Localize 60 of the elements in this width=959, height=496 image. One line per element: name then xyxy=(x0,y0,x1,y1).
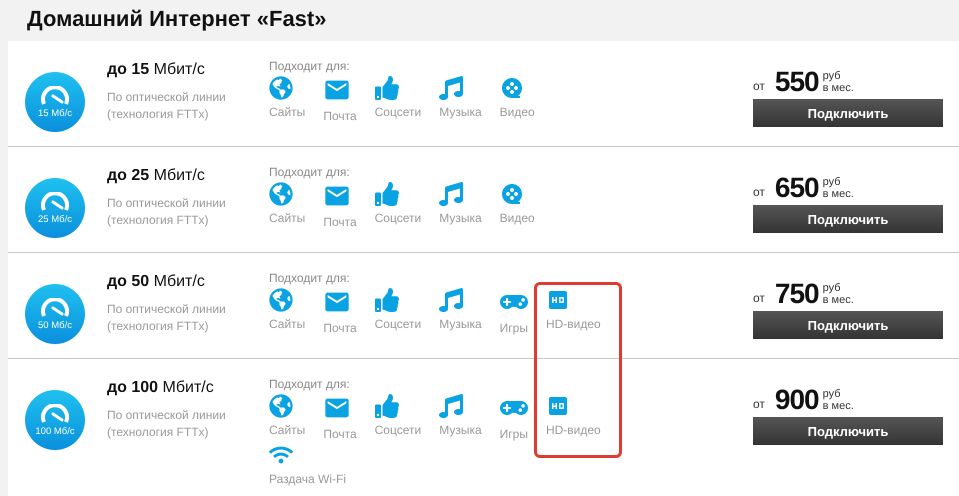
plan-description: По оптической линии (технология FTTx) xyxy=(107,407,227,441)
feature-label: Сайты xyxy=(269,211,306,225)
speed-badge-label: 50 Мб/с xyxy=(38,320,72,330)
price-period: в мес. xyxy=(822,294,854,306)
price-currency: руб xyxy=(822,388,842,400)
features-label: Подходит для: xyxy=(269,271,351,285)
connect-button[interactable]: Подключить xyxy=(753,417,943,445)
plan-speed: до 15 Мбит/с xyxy=(107,61,206,79)
features-label: Подходит для: xyxy=(269,59,351,73)
feature-label: Почта xyxy=(323,321,357,335)
feature-label: Соцсети xyxy=(374,423,422,437)
feature-label: Игры xyxy=(500,427,528,441)
price-amount: 550 xyxy=(774,67,819,97)
price-prefix: от xyxy=(753,291,765,305)
price-amount: 750 xyxy=(774,279,819,309)
price-currency: руб xyxy=(822,282,842,294)
feature-label: Сайты xyxy=(269,317,306,331)
feature-label: Соцсети xyxy=(374,211,422,225)
feature-label: Почта xyxy=(323,427,357,441)
feature-label: Сайты xyxy=(269,423,306,437)
speed-badge-label: 25 Мб/с xyxy=(38,214,72,224)
plan-speed: до 25 Мбит/с xyxy=(107,167,206,185)
feature-label: HD-видео xyxy=(546,317,601,331)
connect-button[interactable]: Подключить xyxy=(753,205,943,233)
feature-label: Музыка xyxy=(439,105,482,119)
feature-label: Видео xyxy=(500,211,535,225)
price-period: в мес. xyxy=(822,188,854,200)
feature-label: Игры xyxy=(500,321,528,335)
feature-label: Соцсети xyxy=(374,105,422,119)
speed-badge-label: 15 Мб/с xyxy=(38,108,72,118)
feature-label: Раздача Wi-Fi xyxy=(269,472,346,486)
feature-label: Почта xyxy=(323,109,357,123)
feature-label: Музыка xyxy=(439,317,482,331)
feature-label: Музыка xyxy=(439,211,482,225)
price-amount: 900 xyxy=(774,385,819,415)
plan-description: По оптической линии (технология FTTx) xyxy=(107,89,227,123)
feature-label: Соцсети xyxy=(374,317,422,331)
price-prefix: от xyxy=(753,185,765,199)
feature-label: Почта xyxy=(323,215,357,229)
feature-label: HD-видео xyxy=(546,423,601,437)
features-label: Подходит для: xyxy=(269,377,351,391)
price-currency: руб xyxy=(822,176,842,188)
features-label: Подходит для: xyxy=(269,165,351,179)
plan-speed: до 50 Мбит/с xyxy=(107,273,206,291)
plan-description: По оптической линии (технология FTTx) xyxy=(107,195,227,229)
page-title: Домашний Интернет «Fast» xyxy=(26,5,328,33)
feature-label: Сайты xyxy=(269,105,306,119)
feature-label: Видео xyxy=(500,105,535,119)
price-period: в мес. xyxy=(822,82,854,94)
price-amount: 650 xyxy=(774,173,819,203)
connect-button[interactable]: Подключить xyxy=(753,311,943,339)
plan-speed: до 100 Мбит/с xyxy=(107,379,215,397)
feature-label: Музыка xyxy=(439,423,482,437)
plan-description: По оптической линии (технология FTTx) xyxy=(107,301,227,335)
price-period: в мес. xyxy=(822,400,854,412)
connect-button[interactable]: Подключить xyxy=(753,99,943,127)
price-currency: руб xyxy=(822,70,842,82)
price-prefix: от xyxy=(753,79,765,93)
speed-badge-label: 100 Мб/с xyxy=(35,426,75,436)
price-prefix: от xyxy=(753,397,765,411)
